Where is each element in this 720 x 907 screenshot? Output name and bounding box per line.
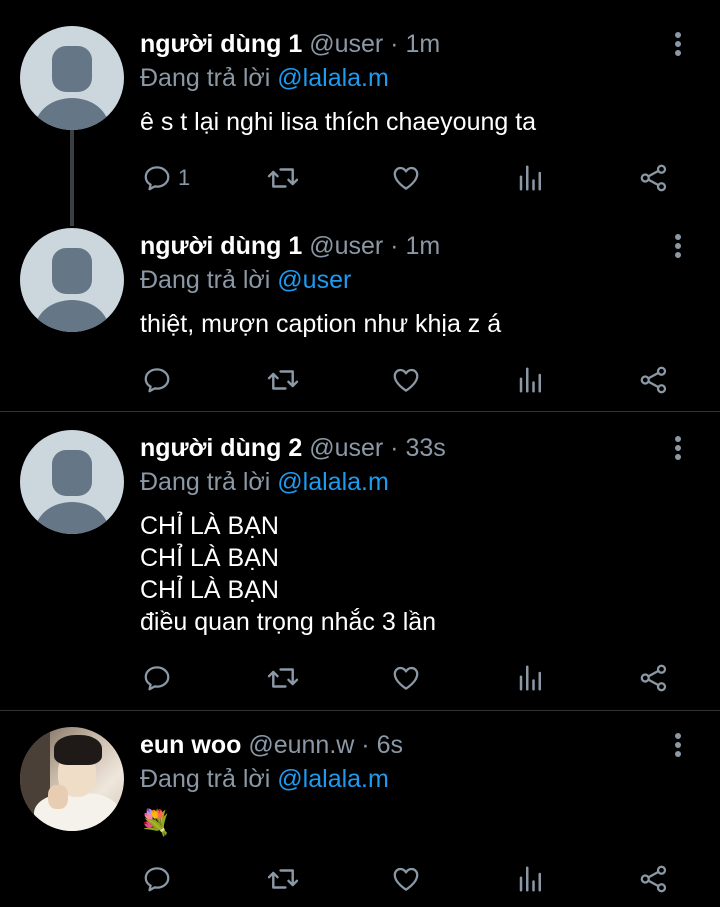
reply-icon (144, 166, 170, 191)
tweet-1[interactable]: người dùng 1 @user · 1m Đang trả lời @la… (0, 0, 720, 226)
handle[interactable]: @eunn.w (248, 731, 354, 759)
like-button[interactable] (390, 660, 422, 696)
timestamp[interactable]: 33s (405, 434, 445, 462)
heart-icon (393, 867, 419, 891)
tweet-text: thiệt, mượn caption như khịa z á (140, 310, 502, 338)
display-name[interactable]: người dùng 2 (140, 434, 302, 462)
handle[interactable]: @user (309, 232, 383, 260)
profile-photo[interactable] (20, 727, 124, 831)
more-vertical-icon[interactable] (670, 30, 686, 60)
default-avatar-icon (52, 46, 92, 92)
reply-count: 1 (178, 165, 191, 190)
mention-link[interactable]: @user (277, 266, 351, 294)
mention-link[interactable]: @lalala.m (277, 765, 389, 793)
handle[interactable]: @user (309, 30, 383, 58)
tweet-text: ê s t lại nghi lisa thích chaeyoung ta (140, 108, 537, 136)
default-avatar-icon (52, 450, 92, 496)
analytics-button[interactable] (516, 660, 546, 696)
more-vertical-icon[interactable] (670, 731, 686, 761)
mention-link[interactable]: @lalala.m (277, 468, 389, 496)
reply-button[interactable] (142, 660, 178, 696)
tweet-text: CHỈ LÀ BẠN CHỈ LÀ BẠN CHỈ LÀ BẠN điều qu… (140, 512, 437, 636)
reply-icon (144, 666, 170, 691)
analytics-icon (519, 665, 541, 691)
replying-to: Đang trả lời @lalala.m (140, 64, 389, 92)
timestamp[interactable]: 6s (377, 731, 403, 759)
heart-icon (393, 166, 419, 190)
like-button[interactable] (390, 861, 422, 897)
share-button[interactable] (638, 660, 670, 696)
retweet-icon (267, 370, 299, 390)
display-name[interactable]: eun woo (140, 731, 241, 759)
tweet-header: người dùng 2 @user · 33s (140, 434, 446, 463)
avatar[interactable] (20, 228, 124, 332)
share-icon (640, 865, 667, 893)
reply-button[interactable]: 1 (142, 160, 190, 196)
analytics-button[interactable] (516, 861, 546, 897)
retweet-button[interactable] (266, 861, 300, 897)
tweet-2[interactable]: người dùng 1 @user · 1m Đang trả lời @us… (0, 206, 720, 412)
analytics-button[interactable] (516, 362, 546, 398)
avatar[interactable] (20, 430, 124, 534)
display-name[interactable]: người dùng 1 (140, 30, 302, 58)
reply-button[interactable] (142, 362, 178, 398)
retweet-icon (267, 869, 299, 889)
tweet-text: 💐 (140, 807, 171, 839)
replying-to: Đang trả lời @user (140, 266, 352, 294)
tweet-header: người dùng 1 @user · 1m (140, 232, 440, 261)
separator: · (390, 434, 399, 462)
display-name[interactable]: người dùng 1 (140, 232, 302, 260)
more-vertical-icon[interactable] (670, 434, 686, 464)
like-button[interactable] (390, 160, 422, 196)
handle[interactable]: @user (309, 434, 383, 462)
like-button[interactable] (390, 362, 422, 398)
separator: · (390, 30, 399, 58)
avatar[interactable] (20, 26, 124, 130)
tweet-4[interactable]: eun woo @eunn.w · 6s Đang trả lời @lalal… (0, 711, 720, 907)
share-button[interactable] (638, 861, 670, 897)
separator: · (390, 232, 399, 260)
heart-icon (393, 368, 419, 392)
retweet-button[interactable] (266, 660, 300, 696)
share-icon (640, 664, 667, 692)
more-vertical-icon[interactable] (670, 232, 686, 262)
reply-button[interactable] (142, 861, 178, 897)
timestamp[interactable]: 1m (405, 30, 440, 58)
retweet-icon (267, 168, 299, 188)
default-avatar-icon (52, 248, 92, 294)
retweet-icon (267, 668, 299, 688)
separator: · (361, 731, 370, 759)
bouquet-emoji: 💐 (140, 809, 172, 837)
tweet-header: eun woo @eunn.w · 6s (140, 731, 403, 760)
tweet-3[interactable]: người dùng 2 @user · 33s Đang trả lời @l… (0, 412, 720, 710)
analytics-button[interactable] (516, 160, 546, 196)
mention-link[interactable]: @lalala.m (277, 64, 389, 92)
tweet-header: người dùng 1 @user · 1m (140, 30, 440, 59)
heart-icon (393, 666, 419, 690)
analytics-icon (519, 367, 541, 393)
retweet-button[interactable] (266, 362, 300, 398)
reply-icon (144, 867, 170, 892)
retweet-button[interactable] (266, 160, 300, 196)
tweet-actions: 1 (0, 160, 720, 196)
tweet-actions (0, 362, 720, 398)
share-icon (640, 366, 667, 394)
share-icon (640, 164, 667, 192)
share-button[interactable] (638, 362, 670, 398)
tweet-actions (0, 861, 720, 897)
reply-icon (144, 368, 170, 393)
tweet-actions (0, 660, 720, 696)
replying-to: Đang trả lời @lalala.m (140, 765, 389, 793)
analytics-icon (519, 866, 541, 892)
analytics-icon (519, 165, 541, 191)
share-button[interactable] (638, 160, 670, 196)
replying-to: Đang trả lời @lalala.m (140, 468, 389, 496)
timestamp[interactable]: 1m (405, 232, 440, 260)
